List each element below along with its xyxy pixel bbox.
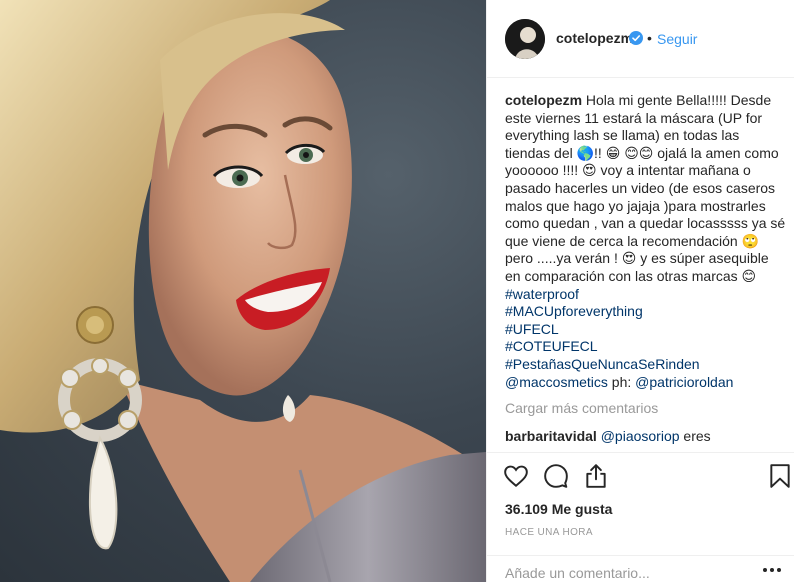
post-header: cotelopezm • Seguir: [487, 0, 794, 78]
hashtag-link[interactable]: #waterproof: [505, 286, 579, 302]
header-separator: •: [647, 30, 652, 46]
comment-mention[interactable]: @piaosoriop: [601, 428, 680, 444]
portrait-image: [0, 0, 486, 582]
bookmark-icon[interactable]: [769, 463, 791, 489]
heart-icon[interactable]: [503, 463, 529, 489]
avatar-image: [505, 19, 545, 59]
verified-badge-icon: [629, 31, 643, 45]
post-side-panel: cotelopezm • Seguir cotelopezm Hola mi g…: [486, 0, 794, 582]
header-username[interactable]: cotelopezm: [556, 30, 633, 46]
share-icon[interactable]: [583, 463, 609, 489]
follow-button[interactable]: Seguir: [657, 31, 697, 47]
hashtag-link[interactable]: #UFECL: [505, 321, 787, 339]
more-options-icon[interactable]: [761, 562, 783, 578]
instagram-post: cotelopezm • Seguir cotelopezm Hola mi g…: [0, 0, 794, 582]
comment-username[interactable]: barbaritavidal: [505, 428, 597, 444]
comment-input[interactable]: [505, 564, 745, 582]
hashtag-link[interactable]: #COTEUFECL: [505, 338, 787, 356]
mention-link[interactable]: @patricioroldan: [635, 374, 733, 390]
caption-username[interactable]: cotelopezm: [505, 92, 582, 108]
likes-count[interactable]: 36.109 Me gusta: [505, 501, 612, 517]
hashtag-link[interactable]: #PestañasQueNuncaSeRinden: [505, 356, 787, 374]
hashtag-link[interactable]: #MACUpforeverything: [505, 303, 787, 321]
mention-link[interactable]: @maccosmetics: [505, 374, 608, 390]
comment-bubble-icon[interactable]: [543, 463, 569, 489]
caption: cotelopezm Hola mi gente Bella!!!!! Desd…: [505, 92, 787, 391]
comments-section: cotelopezm Hola mi gente Bella!!!!! Desd…: [505, 92, 787, 450]
comment-item: barbaritavidal @piaosoriop eres: [505, 428, 787, 450]
post-timestamp[interactable]: HACE UNA HORA: [505, 527, 593, 538]
load-more-comments-button[interactable]: Cargar más comentarios: [505, 400, 787, 418]
post-photo[interactable]: [0, 0, 486, 582]
add-comment-bar: [487, 555, 794, 583]
photo-credit-prefix: ph:: [611, 373, 632, 390]
avatar[interactable]: [505, 19, 545, 59]
comment-text: eres: [683, 427, 711, 444]
caption-credits: @maccosmetics ph: @patricioroldan: [505, 374, 733, 390]
caption-text: Hola mi gente Bella!!!!! Desde este vier…: [505, 92, 786, 284]
post-actions: 36.109 Me gusta HACE UNA HORA: [487, 452, 794, 582]
